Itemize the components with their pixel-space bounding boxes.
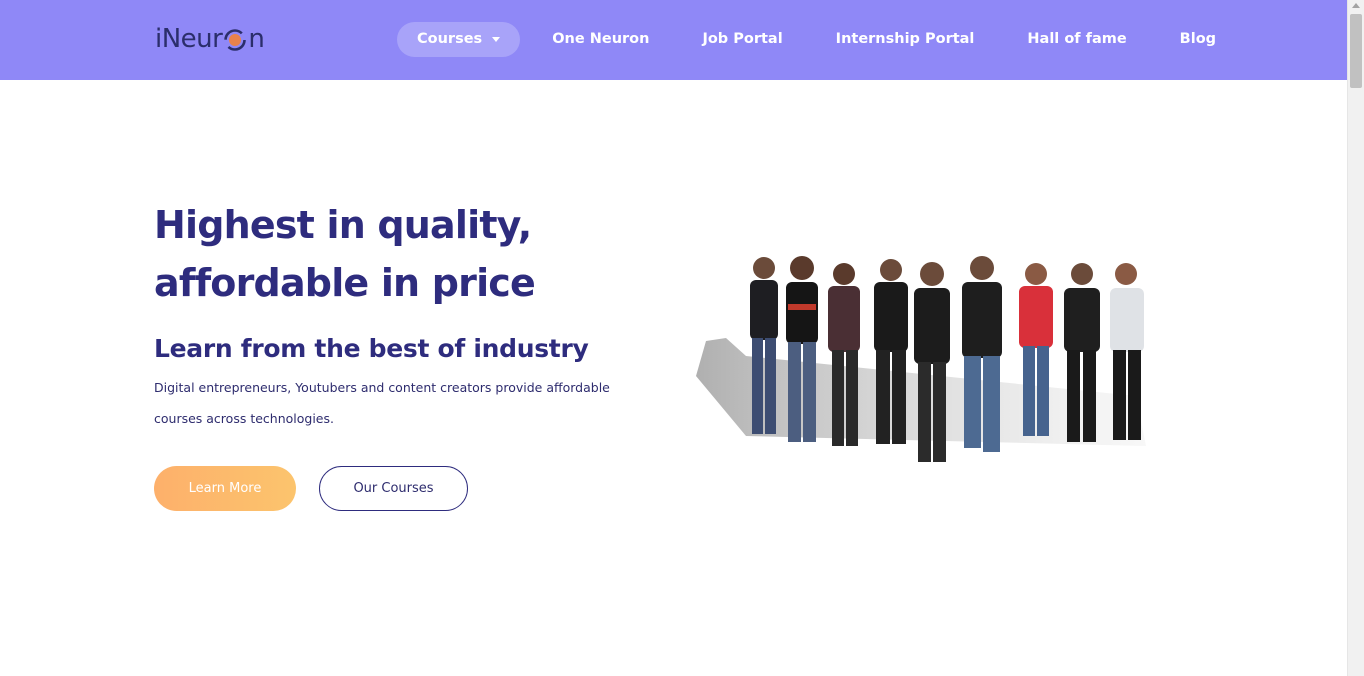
logo-text-end: n — [248, 24, 265, 54]
nav-hall-of-fame[interactable]: Hall of fame — [1027, 22, 1126, 57]
hero-subtitle: Learn from the best of industry — [154, 334, 589, 363]
ineuron-logo[interactable]: iNeur n — [155, 20, 265, 58]
nav-blog[interactable]: Blog — [1180, 22, 1216, 57]
logo-text-start: iNeur — [155, 24, 223, 54]
logo-o-icon — [223, 27, 247, 51]
chevron-down-icon — [492, 37, 501, 42]
nav-links: Courses One Neuron Job Portal Internship… — [397, 22, 1216, 57]
hero-description: Digital entrepreneurs, Youtubers and con… — [154, 380, 610, 426]
hero-title-line1: Highest in quality, — [154, 203, 532, 247]
nav-job-portal[interactable]: Job Portal — [702, 22, 782, 57]
scroll-up-arrow-icon[interactable] — [1352, 3, 1360, 8]
vertical-scrollbar[interactable] — [1347, 0, 1364, 676]
top-navbar: iNeur n Courses One Neuron Job Portal In… — [0, 0, 1347, 80]
nav-courses-dropdown[interactable]: Courses — [397, 22, 521, 57]
nav-one-neuron[interactable]: One Neuron — [552, 22, 649, 57]
scrollbar-thumb[interactable] — [1350, 14, 1362, 88]
learn-more-button[interactable]: Learn More — [154, 466, 296, 511]
team-photo — [686, 246, 1166, 478]
nav-internship-portal[interactable]: Internship Portal — [836, 22, 975, 57]
hero-title-line2: affordable in price — [154, 261, 536, 305]
our-courses-button[interactable]: Our Courses — [319, 466, 468, 511]
hero-title: Highest in quality, affordable in price — [154, 196, 674, 312]
nav-courses-label: Courses — [417, 31, 483, 47]
